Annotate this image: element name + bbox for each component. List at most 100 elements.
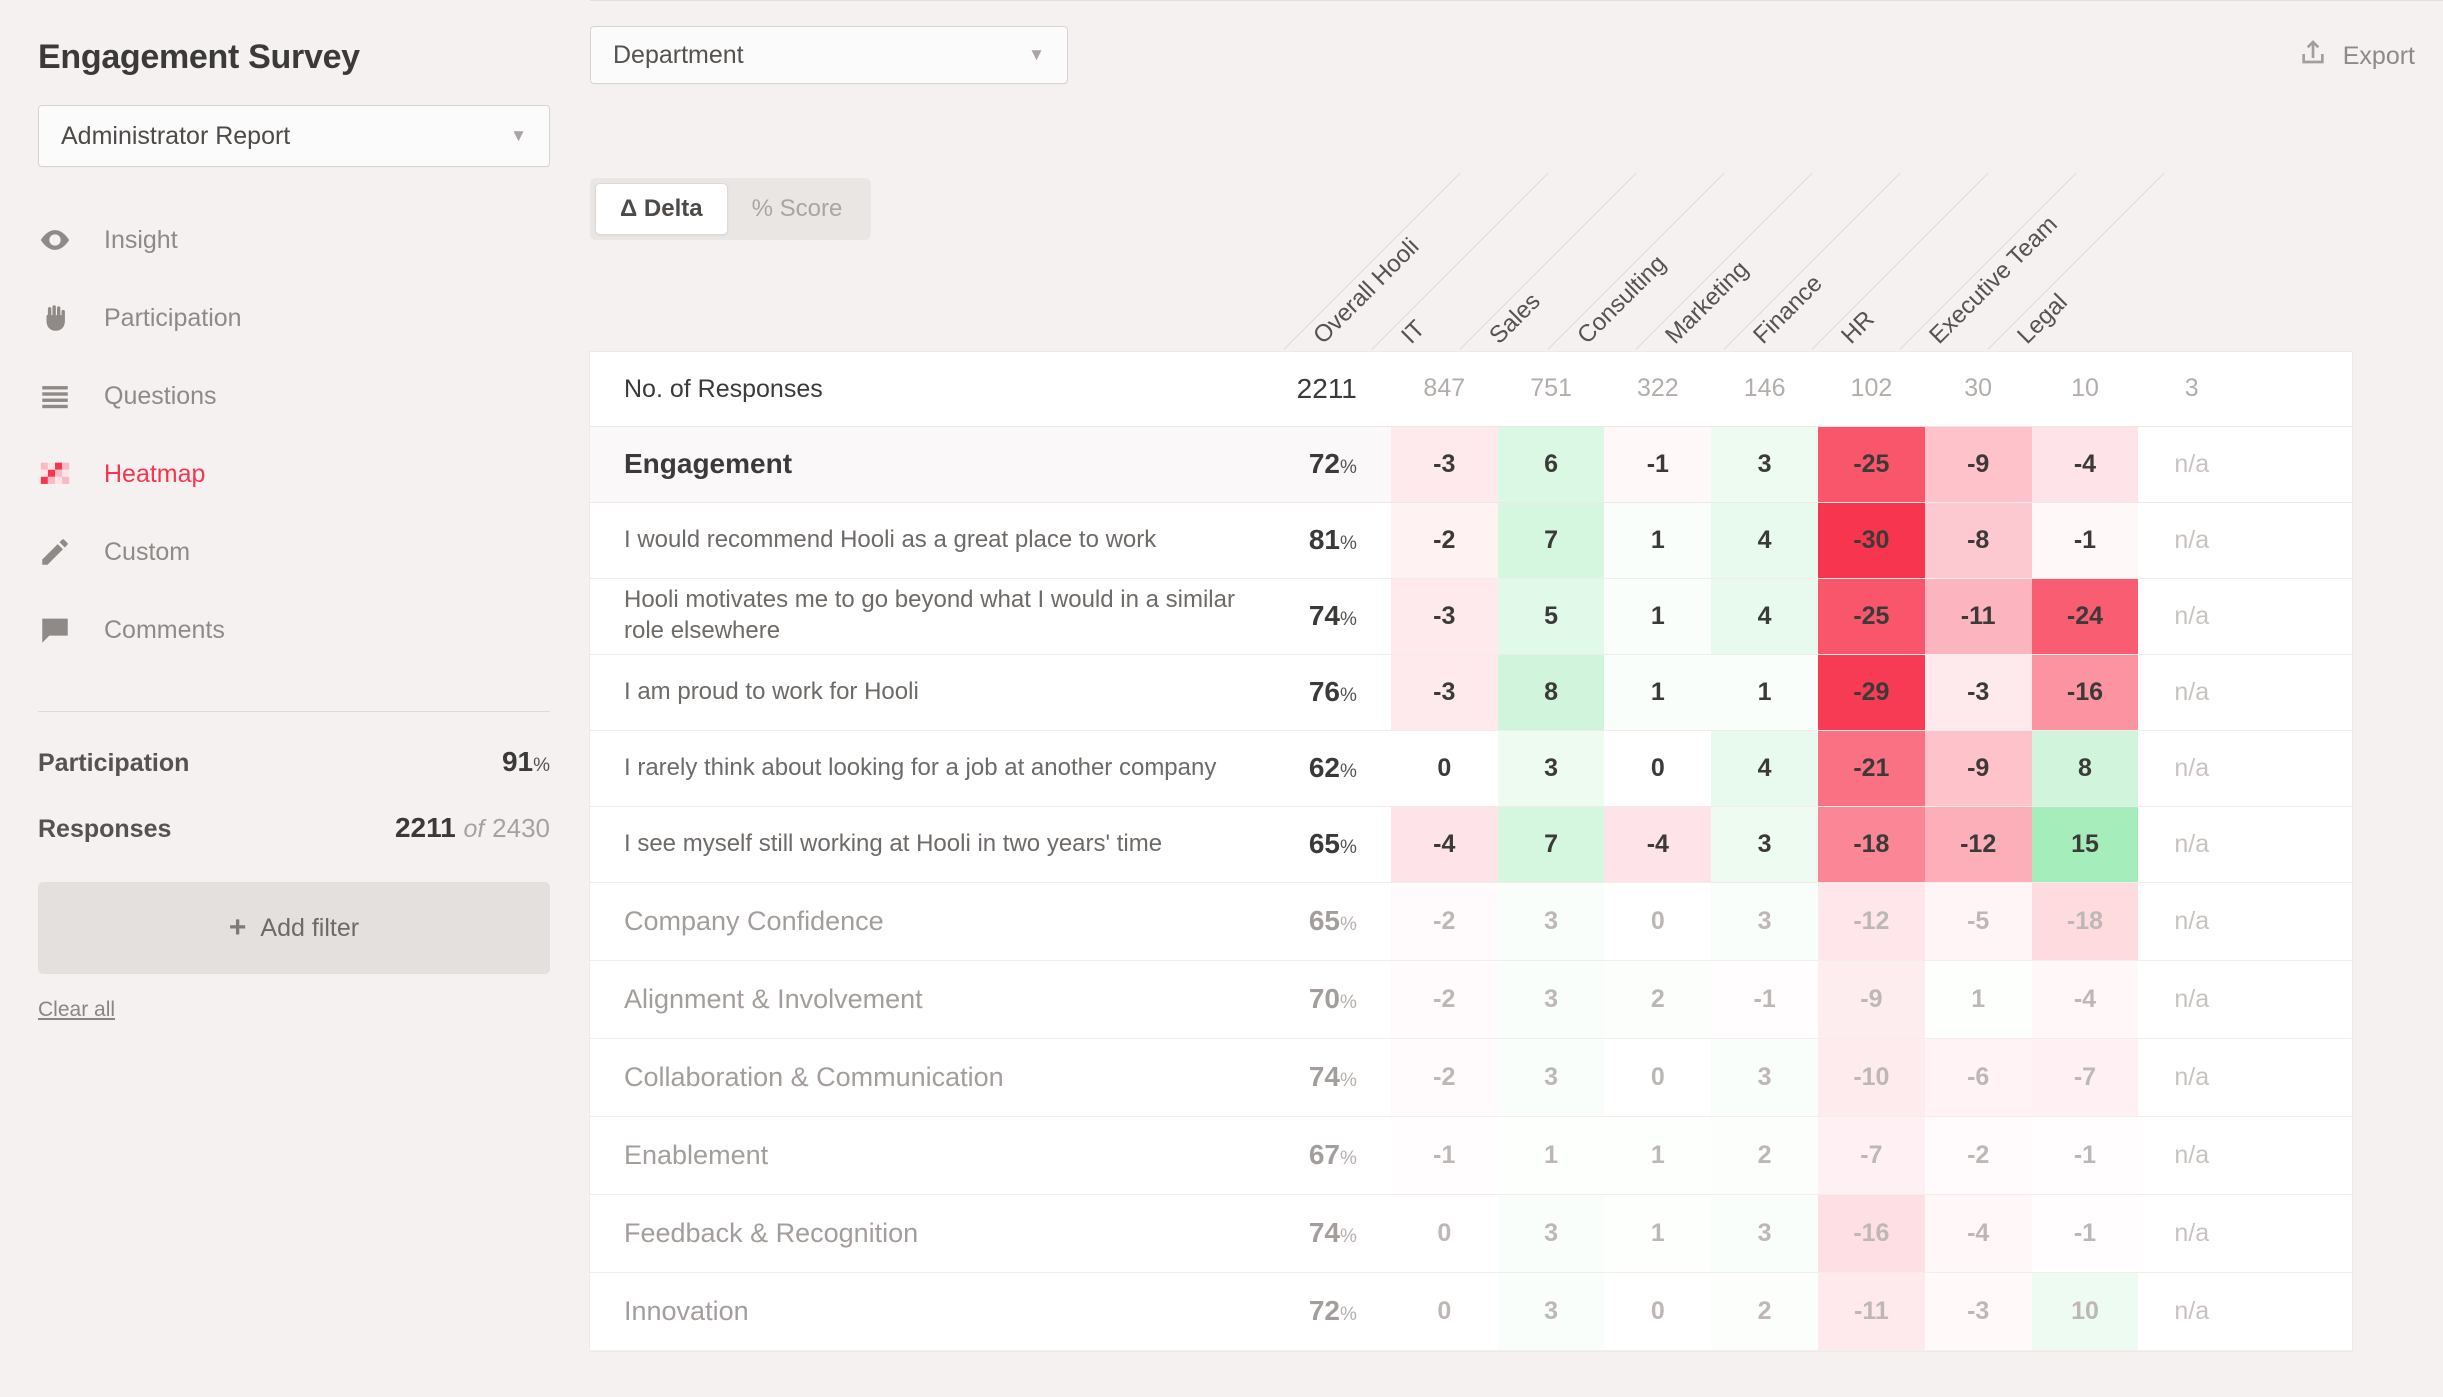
heatmap-cell[interactable] (2245, 1272, 2352, 1351)
heatmap-cell[interactable]: 1 (1604, 1116, 1712, 1195)
heatmap-cell[interactable]: 4 (1711, 502, 1819, 579)
heatmap-cell[interactable]: -10 (1818, 1038, 1925, 1117)
heatmap-cell[interactable]: 3 (1711, 426, 1819, 503)
heatmap-cell[interactable]: 4 (1711, 730, 1819, 807)
heatmap-cell[interactable]: n/a (2138, 502, 2246, 579)
heatmap-cell[interactable]: -3 (1390, 654, 1498, 731)
table-row[interactable]: Engagement 72% -3 6 -1 3 -25 -9 -4 n/a (590, 426, 2352, 503)
heatmap-cell[interactable] (2245, 730, 2352, 807)
heatmap-cell[interactable]: -4 (1604, 806, 1712, 883)
heatmap-cell[interactable]: -1 (2031, 1116, 2139, 1195)
heatmap-cell[interactable]: 0 (1604, 730, 1712, 807)
heatmap-cell[interactable]: 7 (1497, 806, 1605, 883)
heatmap-cell[interactable]: 2 (1604, 960, 1712, 1039)
heatmap-cell[interactable]: -4 (2031, 960, 2139, 1039)
heatmap-cell[interactable] (2245, 1038, 2352, 1117)
heatmap-cell[interactable]: 1 (1497, 1116, 1605, 1195)
heatmap-cell[interactable]: 146 (1711, 352, 1819, 427)
heatmap-cell[interactable]: -29 (1818, 654, 1925, 731)
heatmap-cell[interactable]: 0 (1390, 1272, 1498, 1351)
heatmap-cell[interactable]: -3 (1924, 654, 2032, 731)
heatmap-cell[interactable]: n/a (2138, 654, 2246, 731)
heatmap-cell[interactable]: 4 (1711, 578, 1819, 655)
heatmap-cell[interactable]: 8 (1497, 654, 1605, 731)
heatmap-cell[interactable] (2245, 882, 2352, 961)
heatmap-cell[interactable]: 3 (2138, 352, 2246, 427)
export-button[interactable]: Export (2297, 38, 2415, 75)
heatmap-cell[interactable]: 102 (1818, 352, 1925, 427)
heatmap-cell[interactable] (2245, 960, 2352, 1039)
heatmap-cell[interactable]: n/a (2138, 882, 2246, 961)
heatmap-cell[interactable]: -2 (1390, 1038, 1498, 1117)
table-row[interactable]: I would recommend Hooli as a great place… (590, 502, 2352, 579)
heatmap-cell[interactable]: -18 (1818, 806, 1925, 883)
heatmap-cell[interactable]: -2 (1390, 502, 1498, 579)
heatmap-cell[interactable]: -1 (1604, 426, 1712, 503)
heatmap-cell[interactable] (2245, 654, 2352, 731)
table-row[interactable]: I rarely think about looking for a job a… (590, 730, 2352, 807)
heatmap-cell[interactable]: 3 (1711, 1194, 1819, 1273)
heatmap-cell[interactable]: 1 (1604, 654, 1712, 731)
heatmap-cell[interactable]: -7 (2031, 1038, 2139, 1117)
heatmap-cell[interactable]: 3 (1711, 882, 1819, 961)
heatmap-cell[interactable]: -9 (1924, 730, 2032, 807)
heatmap-cell[interactable]: n/a (2138, 578, 2246, 655)
sidebar-item-heatmap[interactable]: Heatmap (38, 435, 590, 513)
heatmap-cell[interactable]: -1 (2031, 1194, 2139, 1273)
heatmap-cell[interactable]: 3 (1497, 730, 1605, 807)
sidebar-item-participation[interactable]: Participation (38, 279, 590, 357)
heatmap-cell[interactable]: -6 (1924, 1038, 2032, 1117)
heatmap-cell[interactable]: n/a (2138, 806, 2246, 883)
heatmap-cell[interactable]: -4 (2031, 426, 2139, 503)
heatmap-cell[interactable]: 1 (1604, 1194, 1712, 1273)
heatmap-cell[interactable]: -24 (2031, 578, 2139, 655)
heatmap-cell[interactable]: 3 (1497, 1194, 1605, 1273)
table-row[interactable]: Company Confidence 65% -2 3 0 3 -12 -5 -18 n/a (590, 882, 2352, 961)
heatmap-cell[interactable]: -1 (2031, 502, 2139, 579)
heatmap-cell[interactable]: 1 (1604, 578, 1712, 655)
heatmap-cell[interactable]: -4 (1390, 806, 1498, 883)
heatmap-cell[interactable] (2245, 352, 2352, 427)
column-header-finance[interactable]: Finance (1748, 270, 1828, 350)
sidebar-item-comments[interactable]: Comments (38, 591, 590, 669)
heatmap-cell[interactable]: 10 (2031, 1272, 2139, 1351)
vertical-scrollbar[interactable] (2429, 0, 2443, 1397)
heatmap-cell[interactable]: 1 (1711, 654, 1819, 731)
heatmap-cell[interactable] (2245, 1194, 2352, 1273)
heatmap-cell[interactable]: -2 (1390, 960, 1498, 1039)
heatmap-cell[interactable]: -12 (1818, 882, 1925, 961)
table-row[interactable]: Enablement 67% -1 1 1 2 -7 -2 -1 n/a (590, 1116, 2352, 1195)
heatmap-cell[interactable]: -9 (1818, 960, 1925, 1039)
heatmap-cell[interactable]: -11 (1818, 1272, 1925, 1351)
clear-all-link[interactable]: Clear all (38, 998, 115, 1022)
sidebar-item-insight[interactable]: Insight (38, 201, 590, 279)
heatmap-cell[interactable]: -1 (1390, 1116, 1498, 1195)
table-row[interactable]: Collaboration & Communication 74% -2 3 0 3 -10… (590, 1038, 2352, 1117)
heatmap-cell[interactable]: n/a (2138, 1272, 2246, 1351)
heatmap-cell[interactable]: 322 (1604, 352, 1712, 427)
heatmap-cell[interactable]: 3 (1497, 1272, 1605, 1351)
table-row[interactable]: Feedback & Recognition 74% 0 3 1 3 -16 -4 -1 n/a (590, 1194, 2352, 1273)
heatmap-cell[interactable] (2245, 578, 2352, 655)
heatmap-cell[interactable]: -3 (1924, 1272, 2032, 1351)
department-select[interactable]: Department ▼ (590, 26, 1068, 84)
heatmap-cell[interactable]: -21 (1818, 730, 1925, 807)
heatmap-cell[interactable]: -11 (1924, 578, 2032, 655)
table-row[interactable]: Innovation 72% 0 3 0 2 -11 -3 10 n/a (590, 1272, 2352, 1351)
heatmap-cell[interactable] (2245, 806, 2352, 883)
heatmap-cell[interactable]: 0 (1390, 730, 1498, 807)
heatmap-cell[interactable]: -18 (2031, 882, 2139, 961)
heatmap-cell[interactable]: -2 (1924, 1116, 2032, 1195)
add-filter-button[interactable]: + Add filter (38, 882, 550, 974)
heatmap-cell[interactable]: 0 (1604, 1038, 1712, 1117)
table-row[interactable]: No. of Responses 2211 847 751 322 146 102 30 10 3 (590, 352, 2352, 427)
heatmap-cell[interactable]: -12 (1924, 806, 2032, 883)
heatmap-cell[interactable]: -25 (1818, 578, 1925, 655)
column-header-sales[interactable]: Sales (1484, 288, 1546, 350)
heatmap-cell[interactable]: 2 (1711, 1272, 1819, 1351)
heatmap-cell[interactable]: n/a (2138, 1038, 2246, 1117)
column-header-marketing[interactable]: Marketing (1660, 256, 1754, 350)
table-row[interactable]: I see myself still working at Hooli in t… (590, 806, 2352, 883)
column-header-consulting[interactable]: Consulting (1572, 250, 1672, 350)
heatmap-cell[interactable]: n/a (2138, 960, 2246, 1039)
